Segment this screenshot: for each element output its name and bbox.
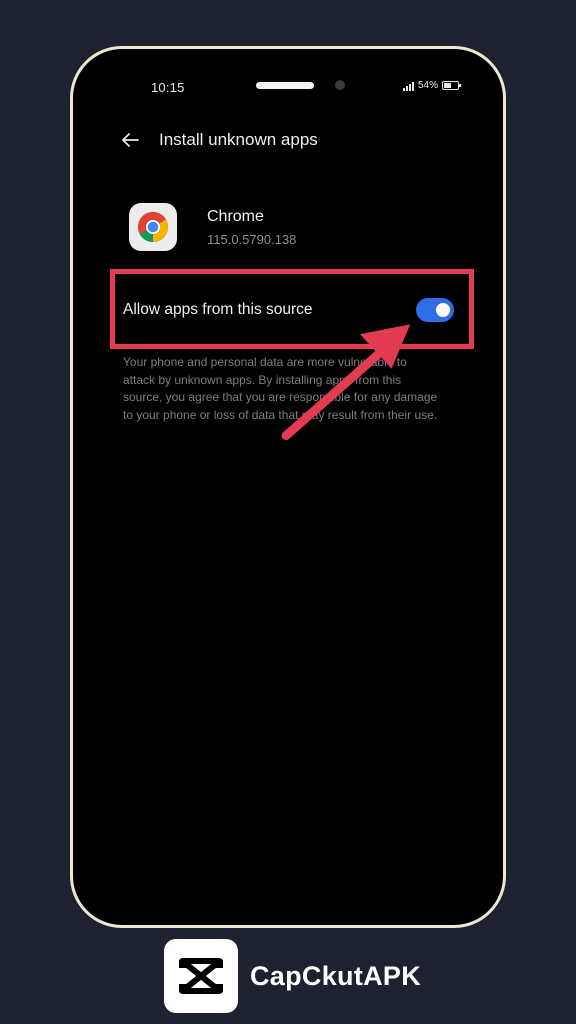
app-bar: Install unknown apps — [73, 121, 503, 161]
warning-description: Your phone and personal data are more vu… — [123, 355, 438, 422]
arrow-left-icon[interactable] — [119, 129, 141, 151]
page-title: Install unknown apps — [159, 130, 318, 149]
app-version: 115.0.5790.138 — [207, 232, 297, 247]
battery-icon — [442, 81, 461, 90]
status-pill — [256, 82, 314, 89]
brand-name: CapCkutAPK — [250, 960, 422, 991]
capcut-logo-icon — [164, 939, 238, 1013]
battery-percent: 54% — [417, 80, 438, 91]
status-indicators: 54% — [402, 80, 461, 91]
phone-frame: 10:15 54% Install unknown apps Chrome 11… — [70, 46, 506, 928]
allow-source-toggle[interactable] — [416, 298, 454, 322]
chrome-icon — [129, 203, 177, 251]
camera-dot — [335, 80, 345, 90]
allow-source-label: Allow apps from this source — [123, 301, 313, 318]
app-info: Chrome 115.0.5790.138 — [73, 199, 503, 259]
status-time: 10:15 — [151, 80, 185, 95]
red-arrow-icon — [281, 324, 411, 441]
app-name: Chrome — [207, 208, 264, 225]
signal-icon — [402, 81, 414, 91]
battery-fill — [444, 83, 452, 88]
toggle-knob — [436, 303, 450, 317]
status-bar: 10:15 54% — [73, 49, 503, 129]
brand-footer: CapCkutAPK — [164, 939, 422, 1013]
